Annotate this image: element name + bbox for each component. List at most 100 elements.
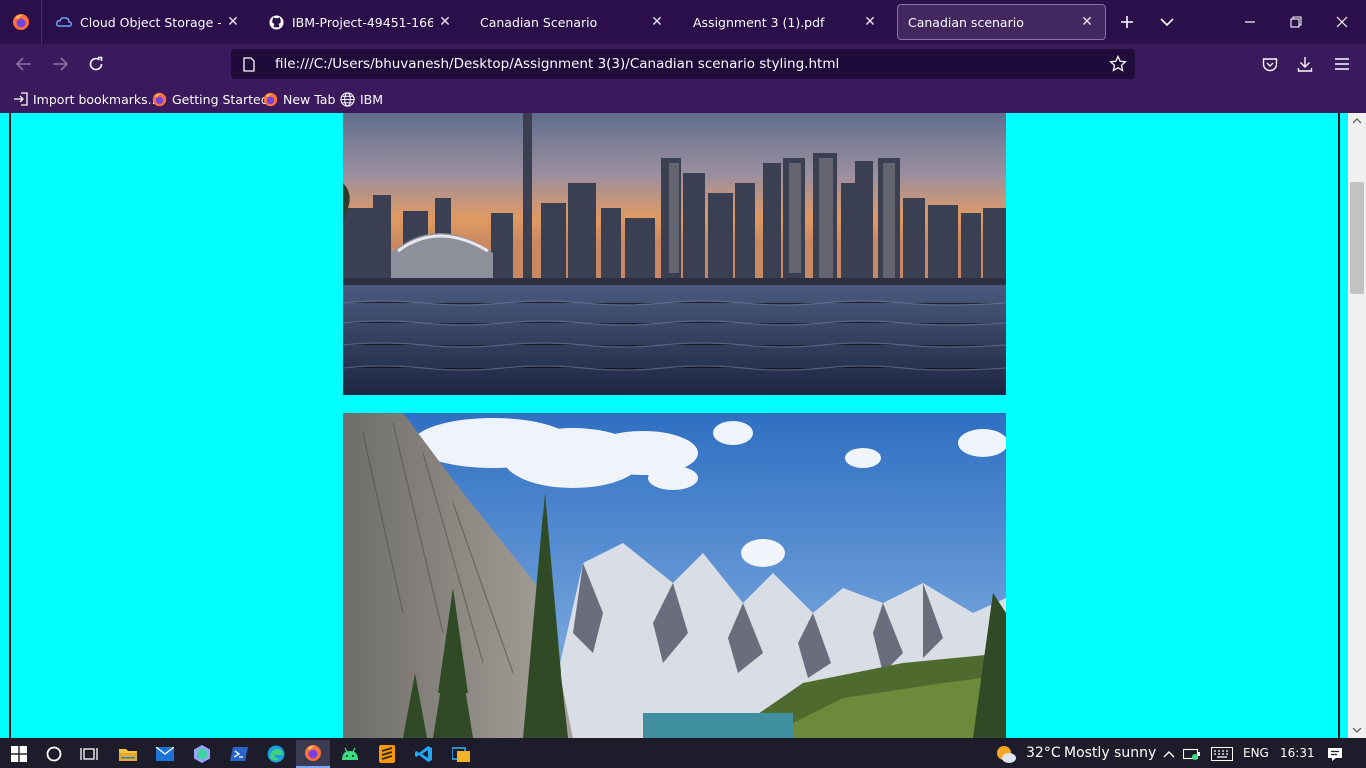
tab-bar: Cloud Object Storage - IBM Cl ✕ IBM-Proj… bbox=[0, 0, 1366, 44]
page-icon bbox=[241, 56, 257, 72]
download-icon bbox=[1297, 57, 1313, 72]
close-icon[interactable]: ✕ bbox=[225, 14, 241, 30]
page-content bbox=[0, 113, 1366, 738]
close-window-button[interactable] bbox=[1328, 8, 1356, 36]
firefox-icon bbox=[12, 14, 29, 30]
bookmark-label: Getting Started bbox=[172, 91, 269, 107]
new-tab-button[interactable] bbox=[1113, 8, 1141, 36]
android-icon bbox=[342, 747, 358, 760]
clock-time[interactable]: 16:31 bbox=[1280, 746, 1315, 760]
reload-icon bbox=[89, 56, 103, 71]
taskbar-powershell[interactable] bbox=[222, 740, 256, 768]
battery-indicator[interactable] bbox=[1177, 740, 1207, 768]
shield-hexagon-icon bbox=[194, 745, 210, 763]
taskbar-vscode[interactable] bbox=[407, 740, 441, 768]
firefox-icon bbox=[305, 745, 321, 761]
bookmark-label: IBM bbox=[360, 91, 384, 107]
input-language[interactable]: ENG bbox=[1243, 746, 1269, 760]
app-menu-button[interactable] bbox=[1328, 50, 1356, 78]
globe-icon bbox=[339, 91, 355, 107]
vscode-icon bbox=[415, 746, 432, 762]
page-border-right bbox=[1338, 113, 1340, 738]
weather-description[interactable]: Mostly sunny bbox=[1064, 745, 1156, 761]
tab-canadian-scenario-active[interactable]: Canadian scenario ✕ bbox=[897, 4, 1106, 40]
close-icon[interactable]: ✕ bbox=[437, 14, 453, 30]
taskbar-mail[interactable] bbox=[148, 740, 182, 768]
plus-icon bbox=[1121, 16, 1133, 28]
search-button[interactable] bbox=[37, 740, 71, 768]
taskbar-file-explorer[interactable] bbox=[111, 740, 145, 768]
back-button[interactable] bbox=[10, 50, 38, 78]
forward-button[interactable] bbox=[46, 50, 74, 78]
bookmark-ibm[interactable]: IBM bbox=[339, 90, 383, 108]
ibm-cloud-icon bbox=[56, 14, 72, 30]
chevron-down-icon bbox=[1160, 18, 1174, 27]
scroll-up-arrow-icon[interactable] bbox=[1348, 113, 1366, 129]
firefox-icon bbox=[262, 91, 278, 107]
cortana-search-icon bbox=[46, 746, 62, 762]
navigation-toolbar: file:///C:/Users/bhuvanesh/Desktop/Assig… bbox=[0, 44, 1366, 84]
windows-taskbar: 32°C Mostly sunny ENG 16:31 bbox=[0, 738, 1366, 768]
touch-keyboard-button[interactable] bbox=[1205, 740, 1239, 768]
bookmark-star-icon[interactable] bbox=[1109, 54, 1127, 77]
chevron-up-icon bbox=[1163, 751, 1175, 758]
taskbar-app-window[interactable] bbox=[444, 740, 478, 768]
action-center-button[interactable] bbox=[1318, 740, 1352, 768]
bookmark-new-tab[interactable]: New Tab bbox=[262, 90, 335, 108]
bookmark-getting-started[interactable]: Getting Started bbox=[151, 90, 269, 108]
weather-temperature[interactable]: 32°C bbox=[1026, 745, 1061, 761]
mail-icon bbox=[156, 747, 174, 761]
city-skyline-image bbox=[343, 113, 1006, 395]
pocket-button[interactable] bbox=[1256, 50, 1284, 78]
minimize-button[interactable] bbox=[1236, 8, 1264, 36]
list-all-tabs-button[interactable] bbox=[1153, 8, 1181, 36]
tab-cloud-object-storage[interactable]: Cloud Object Storage - IBM Cl ✕ bbox=[46, 4, 251, 40]
keyboard-icon bbox=[1211, 747, 1233, 761]
window-app-icon bbox=[452, 747, 470, 762]
page-border-left bbox=[9, 113, 11, 738]
start-button[interactable] bbox=[2, 740, 36, 768]
taskbar-android-studio[interactable] bbox=[333, 740, 367, 768]
hamburger-menu-icon bbox=[1335, 58, 1349, 70]
bookmark-import[interactable]: Import bookmarks... bbox=[12, 90, 160, 108]
restore-icon bbox=[1290, 16, 1302, 28]
battery-charging-icon bbox=[1183, 748, 1200, 760]
partly-sunny-icon bbox=[997, 746, 1016, 763]
tab-title: Canadian scenario bbox=[908, 14, 1024, 30]
close-icon[interactable]: ✕ bbox=[862, 14, 878, 30]
firefox-view-button[interactable] bbox=[0, 0, 42, 44]
notification-icon bbox=[1328, 747, 1342, 761]
reload-button[interactable] bbox=[82, 50, 110, 78]
task-view-icon bbox=[80, 748, 98, 760]
bookmark-label: New Tab bbox=[283, 91, 336, 107]
task-view-button[interactable] bbox=[72, 740, 106, 768]
tab-canadian-scenario[interactable]: Canadian Scenario ✕ bbox=[470, 4, 675, 40]
scrollbar-thumb[interactable] bbox=[1350, 182, 1364, 294]
url-text[interactable]: file:///C:/Users/bhuvanesh/Desktop/Assig… bbox=[275, 56, 839, 72]
import-icon bbox=[12, 91, 28, 107]
arrow-left-icon bbox=[16, 57, 31, 71]
taskbar-security-app[interactable] bbox=[185, 740, 219, 768]
windows-icon bbox=[11, 746, 27, 762]
tab-title: Cloud Object Storage - IBM Cl bbox=[80, 14, 221, 30]
downloads-button[interactable] bbox=[1291, 50, 1319, 78]
close-icon[interactable]: ✕ bbox=[649, 14, 665, 30]
taskbar-firefox[interactable] bbox=[296, 740, 330, 768]
arrow-right-icon bbox=[53, 57, 68, 71]
close-icon bbox=[1336, 16, 1348, 28]
scroll-down-arrow-icon[interactable] bbox=[1348, 722, 1366, 738]
mountain-lake-image bbox=[343, 413, 1006, 738]
taskbar-edge[interactable] bbox=[259, 740, 293, 768]
restore-button[interactable] bbox=[1282, 8, 1310, 36]
weather-widget[interactable] bbox=[989, 740, 1023, 768]
tab-assignment-pdf[interactable]: Assignment 3 (1).pdf ✕ bbox=[683, 4, 888, 40]
tab-title: Assignment 3 (1).pdf bbox=[693, 14, 825, 30]
bookmark-label: Import bookmarks... bbox=[33, 91, 160, 107]
url-bar[interactable]: file:///C:/Users/bhuvanesh/Desktop/Assig… bbox=[231, 49, 1135, 79]
minimize-icon bbox=[1245, 21, 1255, 23]
close-icon[interactable]: ✕ bbox=[1079, 14, 1095, 30]
sublime-text-icon bbox=[379, 745, 395, 763]
taskbar-sublime-text[interactable] bbox=[370, 740, 404, 768]
bookmarks-toolbar: Import bookmarks... Getting Started New … bbox=[0, 84, 1366, 113]
tab-ibm-project[interactable]: IBM-Project-49451-166081913 ✕ bbox=[258, 4, 463, 40]
